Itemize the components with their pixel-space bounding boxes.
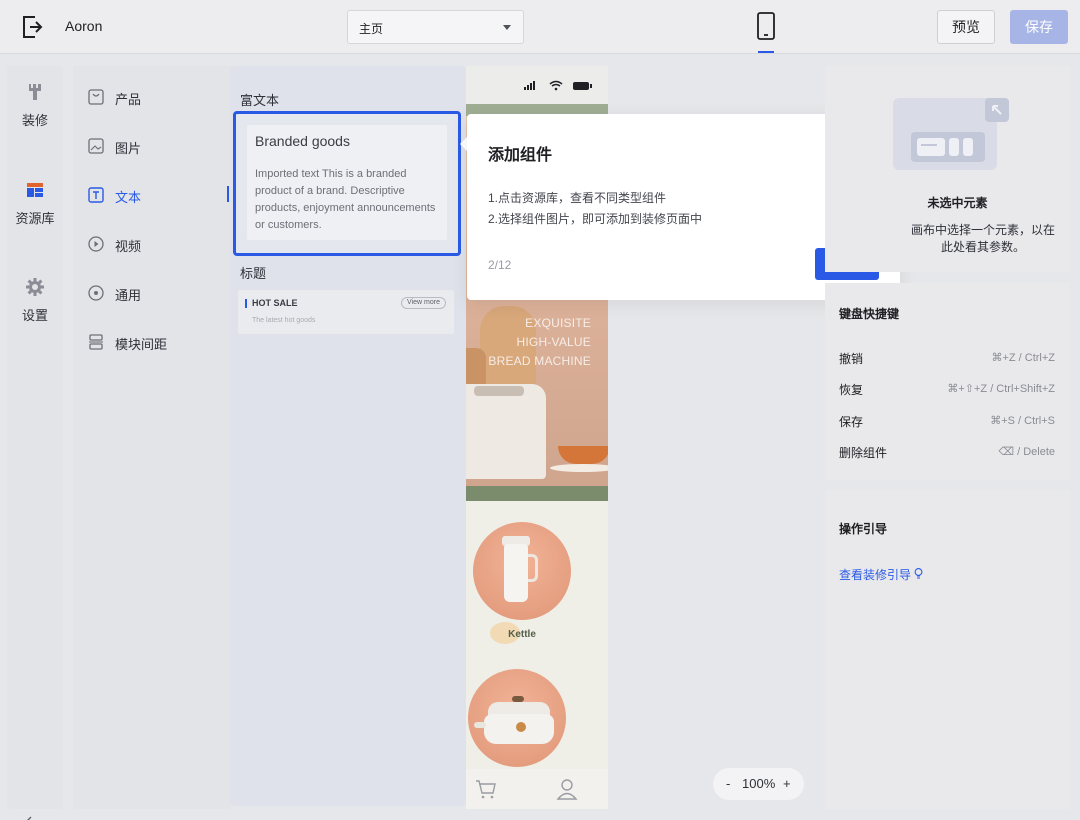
kettle-image <box>504 544 528 602</box>
shortcut-label: 撤销 <box>839 352 864 366</box>
chevron-down-icon <box>503 25 511 30</box>
heading-subtitle: The latest hot goods <box>252 317 316 324</box>
side-rail: 装修 资源库 设置 <box>7 66 63 820</box>
hero-line: HIGH-VALUE <box>516 335 591 349</box>
zoom-in-button[interactable]: + <box>783 776 791 791</box>
lightbulb-icon <box>914 568 923 579</box>
device-active-indicator <box>758 51 774 53</box>
cart-icon[interactable] <box>475 778 497 800</box>
circle-dot-icon <box>88 285 104 301</box>
category-label: 产品 <box>115 92 142 107</box>
product-icon <box>88 89 104 105</box>
category-label: 视频 <box>115 239 142 254</box>
shortcuts-title: 键盘快捷键 <box>839 307 900 321</box>
rail-item-label: 资源库 <box>15 211 55 226</box>
guide-link-label: 查看装修引导 <box>839 568 912 582</box>
category-item-general[interactable]: 通用 <box>87 282 227 304</box>
status-icons <box>524 80 592 91</box>
pot-dial <box>516 722 526 732</box>
image-icon <box>88 138 104 154</box>
toaster-image <box>466 384 546 479</box>
category-label: 文本 <box>115 190 142 205</box>
spacing-icon <box>89 334 103 350</box>
hero-line: BREAD MACHINE <box>488 354 591 368</box>
rail-item-decorate[interactable]: 装修 <box>7 82 63 129</box>
page-select[interactable]: 主页 <box>347 10 524 44</box>
category-item-spacing[interactable]: 模块间距 <box>87 331 227 353</box>
rail-item-label: 装修 <box>21 113 48 128</box>
plate-image <box>550 464 608 472</box>
category-label: 图片 <box>115 141 142 156</box>
shortcut-label: 保存 <box>839 415 864 429</box>
phone-status-bar <box>466 66 608 104</box>
layout-icon <box>27 183 43 197</box>
empty-selection-illustration <box>893 98 1009 170</box>
shortcut-keys: ⌘+S / Ctrl+S <box>990 415 1055 427</box>
tour-progress: 2/12 <box>488 258 512 272</box>
category-item-video[interactable]: 视频 <box>87 233 227 255</box>
zoom-value: 100% <box>742 776 776 791</box>
category-label: 通用 <box>115 288 142 303</box>
guide-panel: 操作引导 查看装修引导 <box>825 490 1070 809</box>
brush-icon <box>29 84 41 100</box>
app-name: Aoron <box>65 18 103 34</box>
popover-title: 添加组件 <box>488 147 553 164</box>
undo-icon[interactable] <box>25 814 45 820</box>
category-item-product[interactable]: 产品 <box>87 86 227 108</box>
empty-selection-description: 画布中选择一个元素，以在 此处看其参数。 <box>903 222 1063 256</box>
description-line: 画布中选择一个元素，以在 <box>910 223 1055 237</box>
text-icon <box>88 187 104 203</box>
description-line: 此处看其参数。 <box>940 240 1025 254</box>
rich-text-body: Imported text This is a branded product … <box>255 168 436 231</box>
category-label: 模块间距 <box>115 337 168 352</box>
category-item-image[interactable]: 图片 <box>87 135 227 157</box>
properties-panel: 未选中元素 画布中选择一个元素，以在 此处看其参数。 <box>825 66 1070 272</box>
toaster-slot <box>474 386 524 396</box>
gear-icon <box>26 278 44 296</box>
play-icon <box>88 236 104 252</box>
category-panel: 产品 图片 文本 视频 通用 模块间距 <box>73 66 231 809</box>
shortcut-label: 删除组件 <box>839 446 888 460</box>
hero-line: EXQUISITE <box>525 316 591 330</box>
mobile-icon[interactable] <box>756 12 776 40</box>
zoom-control: - 100% + <box>713 768 804 800</box>
rich-text-preview: Branded goods Imported text This is a br… <box>247 125 447 240</box>
rail-item-library[interactable]: 资源库 <box>7 180 63 227</box>
user-icon[interactable] <box>556 778 578 800</box>
heading-title: HOT SALE <box>252 298 298 308</box>
top-bar: Aoron 主页 预览 保存 <box>0 0 1080 54</box>
shortcut-keys: ⌫ / Delete <box>998 446 1055 458</box>
guide-title: 操作引导 <box>839 522 888 536</box>
preview-button[interactable]: 预览 <box>937 10 995 44</box>
category-item-text[interactable]: 文本 <box>87 184 227 206</box>
save-button[interactable]: 保存 <box>1010 10 1068 44</box>
shortcut-keys: ⌘+Z / Ctrl+Z <box>991 352 1055 364</box>
popover-step-1: 1.点击资源库，查看不同类型组件 <box>488 191 667 205</box>
rich-text-component[interactable]: Branded goods Imported text This is a br… <box>233 111 461 256</box>
shortcut-keys: ⌘+⇧+Z / Ctrl+Shift+Z <box>947 383 1055 395</box>
active-category-indicator <box>227 186 229 202</box>
shortcut-label: 恢复 <box>839 383 864 397</box>
heading-accent-bar <box>245 299 247 308</box>
empty-selection-title: 未选中元素 <box>927 196 988 210</box>
product-label: Kettle <box>508 629 536 640</box>
page-select-value: 主页 <box>359 22 384 36</box>
kettle-handle <box>528 554 538 582</box>
popover-step-2: 2.选择组件图片，即可添加到装修页面中 <box>488 212 703 226</box>
view-more-pill: View more <box>401 297 446 309</box>
pot-handle <box>474 722 486 728</box>
zoom-out-button[interactable]: - <box>726 776 730 791</box>
exit-icon[interactable] <box>20 14 44 40</box>
guide-link[interactable]: 查看装修引导 <box>839 566 923 583</box>
heading-component[interactable]: HOT SALE The latest hot goods View more <box>238 290 454 334</box>
hero-base-strip <box>466 486 608 501</box>
component-library-panel: 富文本 Branded goods Imported text This is … <box>230 66 466 806</box>
shortcuts-panel: 键盘快捷键 撤销 ⌘+Z / Ctrl+Z 恢复 ⌘+⇧+Z / Ctrl+Sh… <box>825 283 1070 480</box>
rich-text-title: Branded goods <box>255 133 350 149</box>
section-title-rich-text: 富文本 <box>240 93 280 108</box>
phone-tab-bar <box>466 769 608 809</box>
rail-item-settings[interactable]: 设置 <box>7 277 63 324</box>
rail-item-label: 设置 <box>21 308 48 323</box>
section-title-heading: 标题 <box>240 266 267 281</box>
